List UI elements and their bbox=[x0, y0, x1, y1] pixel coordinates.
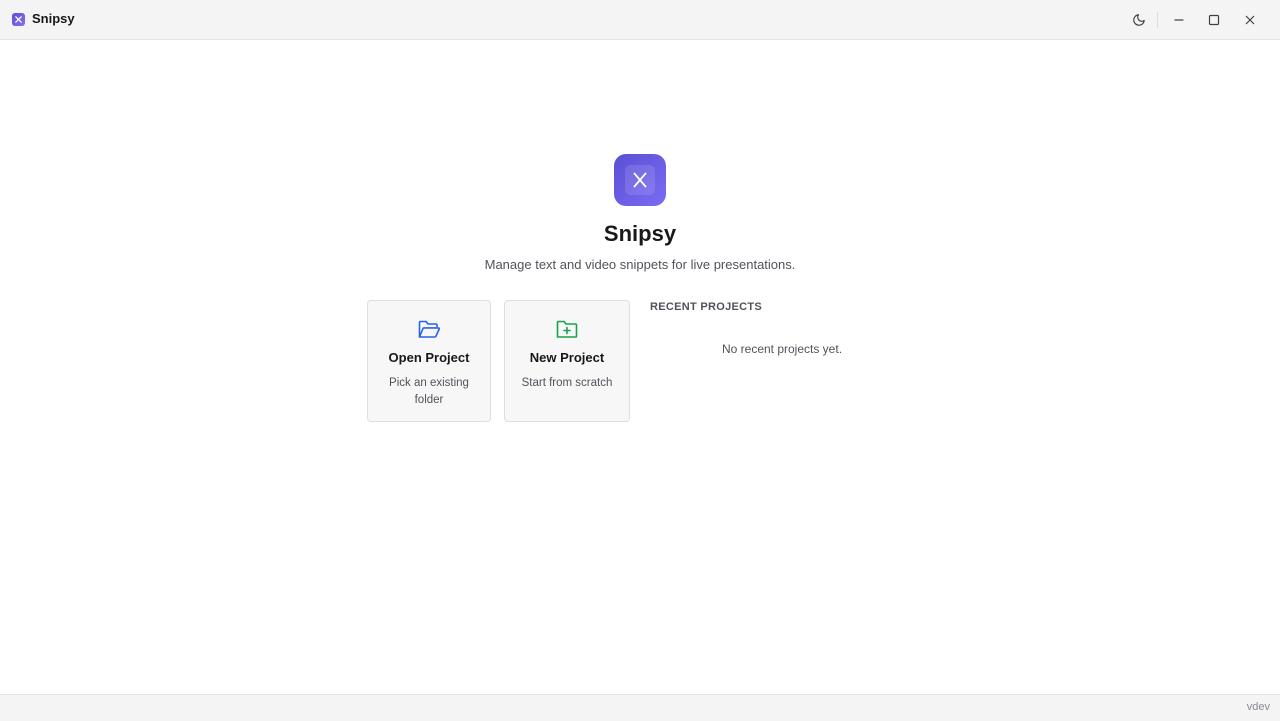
new-project-title: New Project bbox=[529, 350, 605, 365]
minimize-button[interactable] bbox=[1167, 8, 1191, 32]
new-project-button[interactable]: New Project Start from scratch bbox=[504, 300, 630, 422]
close-button[interactable] bbox=[1238, 8, 1262, 32]
title-bar: Snipsy bbox=[0, 0, 1280, 40]
version-label: vdev bbox=[1246, 701, 1270, 713]
open-project-button[interactable]: Open Project Pick an existing folder bbox=[367, 300, 491, 422]
app-logo bbox=[614, 154, 666, 206]
close-icon bbox=[1245, 15, 1255, 25]
titlebar-divider bbox=[1157, 12, 1158, 28]
folder-plus-icon bbox=[555, 319, 579, 341]
minimize-icon bbox=[1174, 19, 1184, 21]
theme-toggle-button[interactable] bbox=[1127, 8, 1151, 32]
window-title: Snipsy bbox=[32, 11, 75, 26]
moon-icon bbox=[1133, 14, 1145, 26]
status-bar: vdev bbox=[0, 694, 1280, 721]
app-name-heading: Snipsy bbox=[603, 221, 677, 246]
welcome-screen: Snipsy Manage text and video snippets fo… bbox=[0, 40, 1280, 694]
scissors-icon bbox=[12, 13, 25, 26]
open-project-title: Open Project bbox=[388, 350, 470, 365]
new-project-description: Start from scratch bbox=[521, 377, 613, 389]
folder-open-icon bbox=[417, 319, 441, 341]
recent-projects-empty-state: No recent projects yet. bbox=[721, 342, 843, 356]
scissors-icon bbox=[625, 165, 655, 195]
maximize-icon bbox=[1208, 14, 1220, 26]
open-project-description: Pick an existing folder bbox=[389, 377, 469, 406]
app-tagline: Manage text and video snippets for live … bbox=[484, 257, 796, 272]
recent-projects-heading: RECENT PROJECTS bbox=[650, 301, 763, 313]
maximize-button[interactable] bbox=[1202, 8, 1226, 32]
